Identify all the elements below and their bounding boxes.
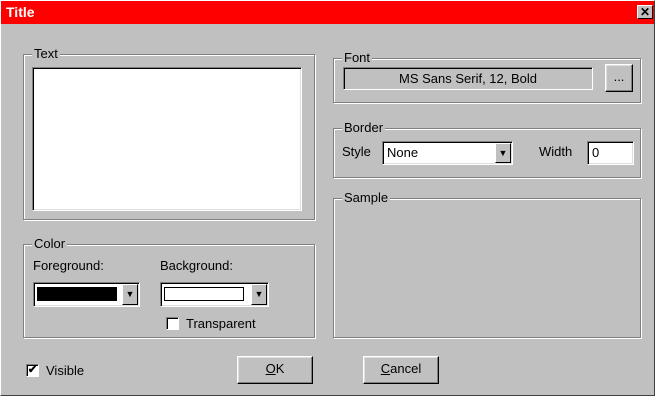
color-group-label: Color	[32, 236, 68, 252]
border-style-dropdown[interactable]: None ▼	[382, 141, 513, 165]
border-style-value: None	[387, 145, 419, 160]
background-color-dropdown[interactable]: ▼	[160, 282, 269, 307]
title-dialog: Title ✕ Text Color Foreground: Backgroun…	[0, 0, 655, 396]
border-group-label: Border	[342, 120, 386, 136]
background-color-swatch	[164, 287, 244, 301]
font-display: MS Sans Serif, 12, Bold	[343, 67, 593, 90]
background-label: Background:	[160, 258, 233, 273]
text-group-label: Text	[32, 46, 60, 62]
transparent-label: Transparent	[186, 316, 256, 331]
font-browse-button[interactable]: ...	[605, 64, 633, 92]
window-title: Title	[6, 4, 35, 20]
foreground-label: Foreground:	[33, 258, 104, 273]
border-width-input[interactable]: 0	[587, 141, 634, 165]
ok-button[interactable]: OK	[237, 356, 313, 384]
visible-checkbox[interactable]: ✔	[26, 364, 39, 377]
visible-label: Visible	[46, 363, 85, 378]
sample-group: Sample	[333, 190, 641, 338]
border-width-value: 0	[592, 145, 600, 160]
cancel-button[interactable]: Cancel	[363, 356, 439, 384]
foreground-color-dropdown[interactable]: ▼	[33, 282, 140, 307]
font-group-label: Font	[342, 50, 373, 66]
chevron-down-icon[interactable]: ▼	[122, 284, 138, 305]
text-input[interactable]	[32, 67, 302, 211]
title-bar: Title ✕	[1, 1, 654, 24]
transparent-checkbox[interactable]	[166, 317, 179, 330]
foreground-color-swatch	[37, 287, 117, 301]
chevron-down-icon[interactable]: ▼	[251, 284, 267, 305]
chevron-down-icon[interactable]: ▼	[495, 143, 511, 163]
border-style-label: Style	[342, 144, 371, 159]
close-icon[interactable]: ✕	[637, 5, 653, 19]
sample-group-label: Sample	[342, 190, 391, 206]
border-width-label: Width	[539, 144, 573, 159]
